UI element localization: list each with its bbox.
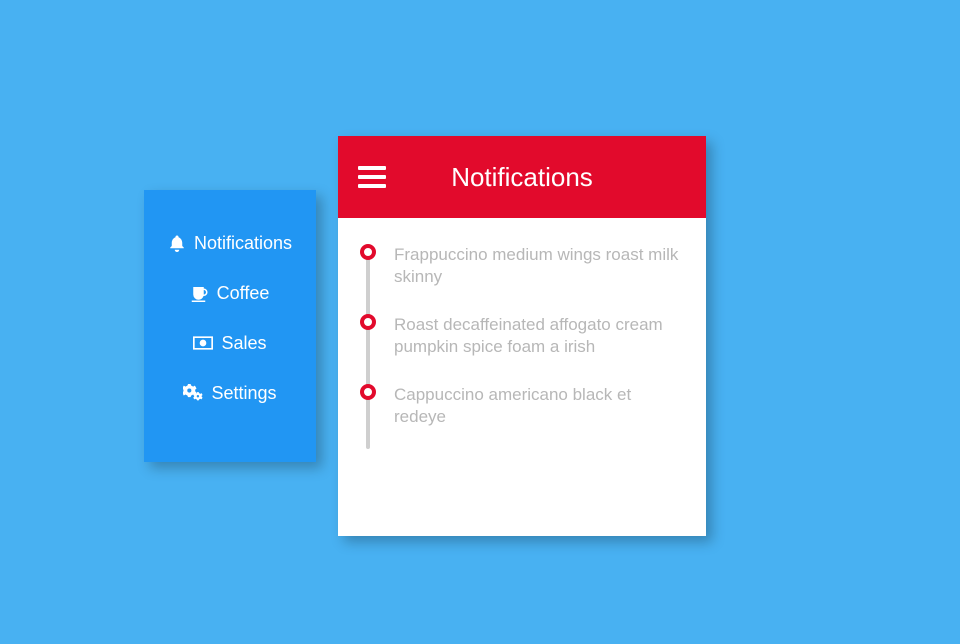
sidebar-item-settings[interactable]: Settings xyxy=(144,368,316,418)
hamburger-icon[interactable] xyxy=(358,166,386,188)
notifications-card: Notifications Frappuccino medium wings r… xyxy=(338,136,706,536)
timeline-dot-icon xyxy=(360,384,376,400)
sidebar-item-coffee[interactable]: Coffee xyxy=(144,268,316,318)
sidebar-item-label: Settings xyxy=(211,384,276,402)
card-body: Frappuccino medium wings roast milk skin… xyxy=(338,218,706,467)
sidebar: Notifications Coffee Sales Settings xyxy=(144,190,316,462)
sidebar-item-label: Coffee xyxy=(217,284,270,302)
notification-item: Frappuccino medium wings roast milk skin… xyxy=(394,242,684,312)
timeline-dot-icon xyxy=(360,244,376,260)
money-icon xyxy=(193,336,213,350)
notifications-timeline: Frappuccino medium wings roast milk skin… xyxy=(360,242,684,453)
notification-text: Roast decaffeinated affogato cream pumpk… xyxy=(394,315,663,356)
sidebar-item-sales[interactable]: Sales xyxy=(144,318,316,368)
coffee-icon xyxy=(191,284,209,302)
notification-item: Cappuccino americano black et redeye xyxy=(394,382,684,452)
notification-text: Cappuccino americano black et redeye xyxy=(394,385,631,426)
sidebar-item-notifications[interactable]: Notifications xyxy=(144,218,316,268)
timeline-line xyxy=(366,246,370,449)
notification-text: Frappuccino medium wings roast milk skin… xyxy=(394,245,678,286)
card-title: Notifications xyxy=(338,162,706,193)
card-header: Notifications xyxy=(338,136,706,218)
sidebar-item-label: Notifications xyxy=(194,234,292,252)
timeline-dot-icon xyxy=(360,314,376,330)
notification-item: Roast decaffeinated affogato cream pumpk… xyxy=(394,312,684,382)
sidebar-item-label: Sales xyxy=(221,334,266,352)
cogs-icon xyxy=(183,384,203,402)
bell-icon xyxy=(168,234,186,252)
